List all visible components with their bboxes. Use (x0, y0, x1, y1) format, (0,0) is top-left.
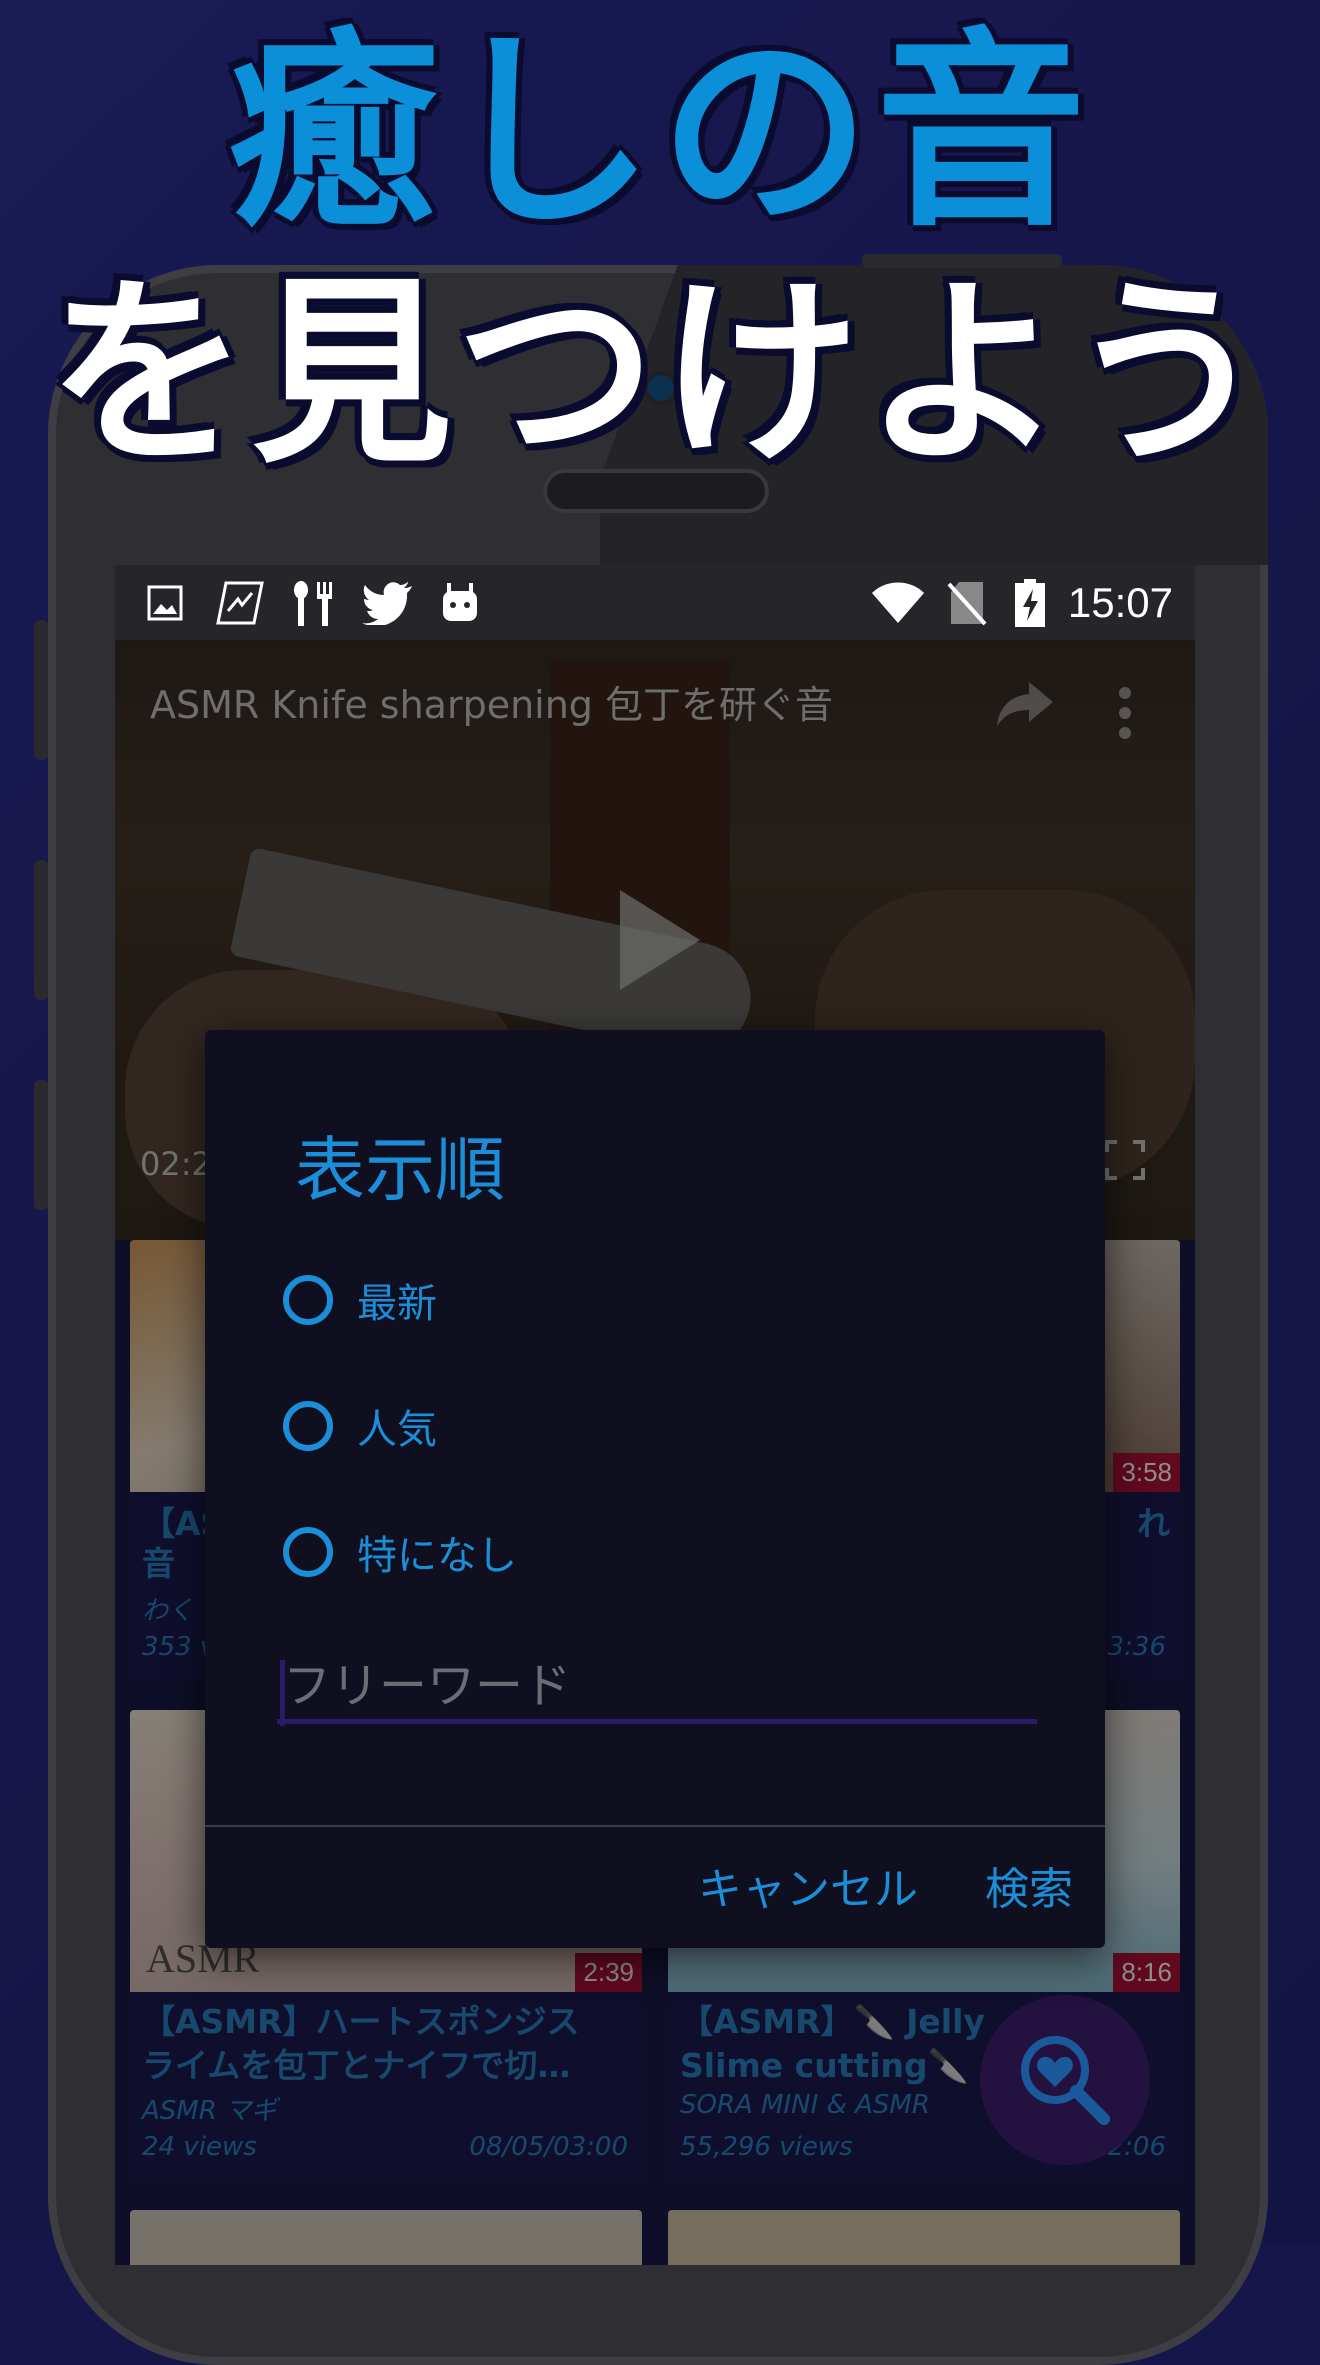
free-word-field (277, 1652, 1037, 1732)
dialog-title: 表示順 (295, 1129, 505, 1211)
sort-dialog: 表示順 最新 人気 特になし キャンセル 検索 (205, 1030, 1105, 1948)
free-word-input[interactable] (277, 1652, 1037, 1724)
radio-button[interactable] (283, 1401, 333, 1451)
heart-search-icon (1021, 2036, 1110, 2125)
sort-option-none[interactable]: 特になし (283, 1520, 517, 1584)
dialog-divider (205, 1825, 1105, 1827)
wifi-icon (870, 580, 926, 626)
no-sim-icon (945, 580, 989, 626)
search-fab[interactable] (980, 1995, 1150, 2165)
promo-headline-line1: 癒しの音 (227, 10, 1092, 255)
radio-button[interactable] (283, 1275, 333, 1325)
phone-volume-button (34, 620, 48, 760)
text-cursor (280, 1660, 285, 1726)
sort-option-latest[interactable]: 最新 (283, 1268, 437, 1332)
battery-charging-icon (1013, 579, 1047, 627)
radio-label: 特になし (357, 1533, 517, 1579)
phone-volume-button (34, 860, 48, 1000)
signal-app-icon (215, 580, 265, 626)
cancel-button[interactable]: キャンセル (698, 1860, 918, 1920)
radio-button[interactable] (283, 1527, 333, 1577)
image-icon (145, 580, 185, 626)
sort-option-popular[interactable]: 人気 (283, 1394, 437, 1458)
twitter-icon (360, 580, 416, 626)
cutlery-icon (288, 580, 338, 626)
promo-headline-line2: を見つけよう (47, 258, 1272, 491)
status-time: 15:07 (1067, 579, 1173, 626)
android-icon (440, 580, 480, 626)
radio-label: 最新 (357, 1281, 437, 1327)
radio-label: 人気 (357, 1407, 437, 1453)
status-bar: 15:07 (115, 565, 1195, 640)
search-button[interactable]: 検索 (985, 1860, 1073, 1920)
phone-side-button (34, 1080, 48, 1210)
